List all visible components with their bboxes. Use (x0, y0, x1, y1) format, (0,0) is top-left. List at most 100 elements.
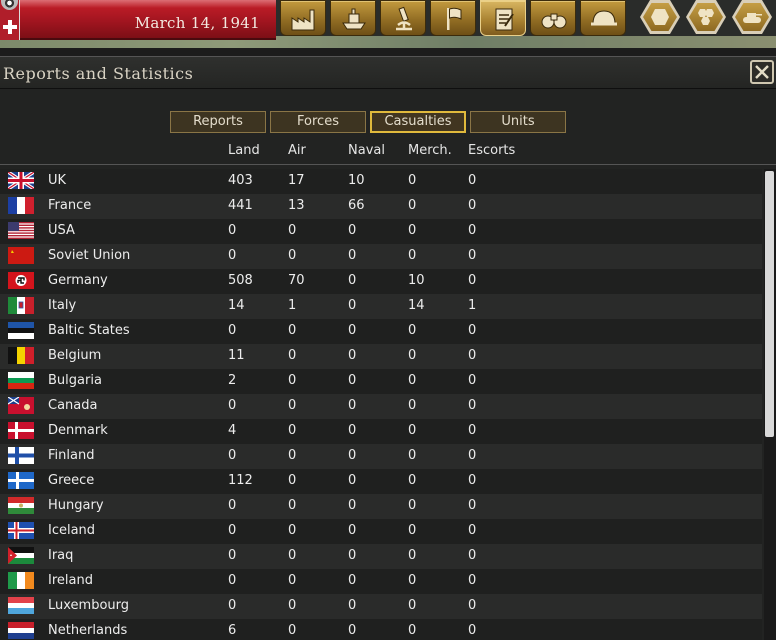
escort-casualties: 0 (468, 598, 477, 613)
hex-cluster-button[interactable] (686, 0, 726, 34)
escort-casualties: 0 (468, 248, 477, 263)
land-casualties: 0 (228, 248, 237, 263)
naval-casualties: 10 (348, 173, 365, 188)
land-casualties: 0 (228, 573, 237, 588)
escort-casualties: 0 (468, 223, 477, 238)
table-row[interactable]: Finland 0 0 0 0 0 (0, 444, 762, 469)
country-name: Netherlands (48, 623, 128, 638)
country-name: Ireland (48, 573, 93, 588)
country-name: USA (48, 223, 75, 238)
air-casualties: 70 (288, 273, 305, 288)
hex-map-button[interactable] (640, 0, 680, 34)
air-casualties: 1 (288, 298, 297, 313)
nation-flag[interactable] (0, 0, 20, 40)
table-row[interactable]: Soviet Union 0 0 0 0 0 (0, 244, 762, 269)
country-flag-icon (8, 347, 34, 364)
table-row[interactable]: UK 403 17 10 0 0 (0, 169, 762, 194)
naval-casualties: 0 (348, 548, 357, 563)
air-casualties: 0 (288, 448, 297, 463)
country-flag-icon (8, 472, 34, 489)
column-header-escorts[interactable]: Escorts (468, 143, 515, 158)
escort-casualties: 0 (468, 423, 477, 438)
land-casualties: 0 (228, 398, 237, 413)
table-row[interactable]: Italy 14 1 0 14 1 (0, 294, 762, 319)
land-casualties: 4 (228, 423, 237, 438)
reports-button[interactable] (480, 0, 526, 36)
column-header-merch[interactable]: Merch. (408, 143, 452, 158)
escort-casualties: 0 (468, 273, 477, 288)
table-row[interactable]: Luxembourg 0 0 0 0 0 (0, 594, 762, 619)
table-row[interactable]: France 441 13 66 0 0 (0, 194, 762, 219)
air-casualties: 17 (288, 173, 305, 188)
close-button[interactable] (750, 60, 774, 84)
merch-casualties: 0 (408, 323, 417, 338)
column-headers: Land Air Naval Merch. Escorts (0, 143, 776, 163)
tab-reports[interactable]: Reports (170, 111, 266, 133)
country-flag-icon (8, 247, 34, 264)
air-casualties: 0 (288, 323, 297, 338)
land-casualties: 403 (228, 173, 253, 188)
column-header-naval[interactable]: Naval (348, 143, 385, 158)
column-header-air[interactable]: Air (288, 143, 306, 158)
air-casualties: 0 (288, 373, 297, 388)
research-button[interactable] (380, 0, 426, 36)
close-icon (755, 65, 769, 79)
military-button[interactable] (580, 0, 626, 36)
country-name: Denmark (48, 423, 108, 438)
table-row[interactable]: Iraq 0 0 0 0 0 (0, 544, 762, 569)
country-name: Bulgaria (48, 373, 102, 388)
microscope-icon (396, 6, 412, 31)
country-flag-icon (8, 572, 34, 589)
scrollbar[interactable] (764, 169, 776, 640)
merch-casualties: 14 (408, 298, 425, 313)
flag-icon (447, 7, 462, 30)
table-row[interactable]: Belgium 11 0 0 0 0 (0, 344, 762, 369)
naval-casualties: 0 (348, 573, 357, 588)
column-header-land[interactable]: Land (228, 143, 260, 158)
tab-units[interactable]: Units (470, 111, 566, 133)
diplomacy-button[interactable] (430, 0, 476, 36)
table-row[interactable]: Ireland 0 0 0 0 0 (0, 569, 762, 594)
tank-icon (743, 13, 762, 23)
escort-casualties: 0 (468, 573, 477, 588)
nation-badge-icon (1, 0, 18, 10)
scroll-thumb[interactable] (765, 171, 774, 437)
naval-casualties: 0 (348, 448, 357, 463)
table-row[interactable]: Iceland 0 0 0 0 0 (0, 519, 762, 544)
table-row[interactable]: Germany 508 70 0 10 0 (0, 269, 762, 294)
country-flag-icon (8, 397, 34, 414)
air-casualties: 0 (288, 623, 297, 638)
country-name: Baltic States (48, 323, 130, 338)
table-row[interactable]: Bulgaria 2 0 0 0 0 (0, 369, 762, 394)
date-label: March 14, 1941 (134, 14, 260, 32)
country-name: Iceland (48, 523, 96, 538)
tab-forces[interactable]: Forces (270, 111, 366, 133)
table-row[interactable]: Netherlands 6 0 0 0 0 (0, 619, 762, 640)
land-casualties: 14 (228, 298, 245, 313)
air-casualties: 0 (288, 423, 297, 438)
table-row[interactable]: Canada 0 0 0 0 0 (0, 394, 762, 419)
unit-view-button[interactable] (732, 0, 772, 34)
merch-casualties: 0 (408, 423, 417, 438)
land-casualties: 6 (228, 623, 237, 638)
table-row[interactable]: Denmark 4 0 0 0 0 (0, 419, 762, 444)
land-casualties: 11 (228, 348, 245, 363)
escort-casualties: 0 (468, 523, 477, 538)
country-flag-icon (8, 447, 34, 464)
country-name: Soviet Union (48, 248, 131, 263)
table-row[interactable]: Hungary 0 0 0 0 0 (0, 494, 762, 519)
merch-casualties: 10 (408, 273, 425, 288)
date-panel: March 14, 1941 (20, 0, 276, 40)
country-name: Finland (48, 448, 95, 463)
merch-casualties: 0 (408, 523, 417, 538)
table-row[interactable]: USA 0 0 0 0 0 (0, 219, 762, 244)
table-row[interactable]: Greece 112 0 0 0 0 (0, 469, 762, 494)
naval-button[interactable] (330, 0, 376, 36)
escort-casualties: 1 (468, 298, 477, 313)
table-row[interactable]: Baltic States 0 0 0 0 0 (0, 319, 762, 344)
top-bar: March 14, 1941 (0, 0, 776, 48)
air-casualties: 0 (288, 248, 297, 263)
tab-casualties[interactable]: Casualties (370, 111, 466, 133)
production-button[interactable] (280, 0, 326, 36)
intelligence-button[interactable] (530, 0, 576, 36)
